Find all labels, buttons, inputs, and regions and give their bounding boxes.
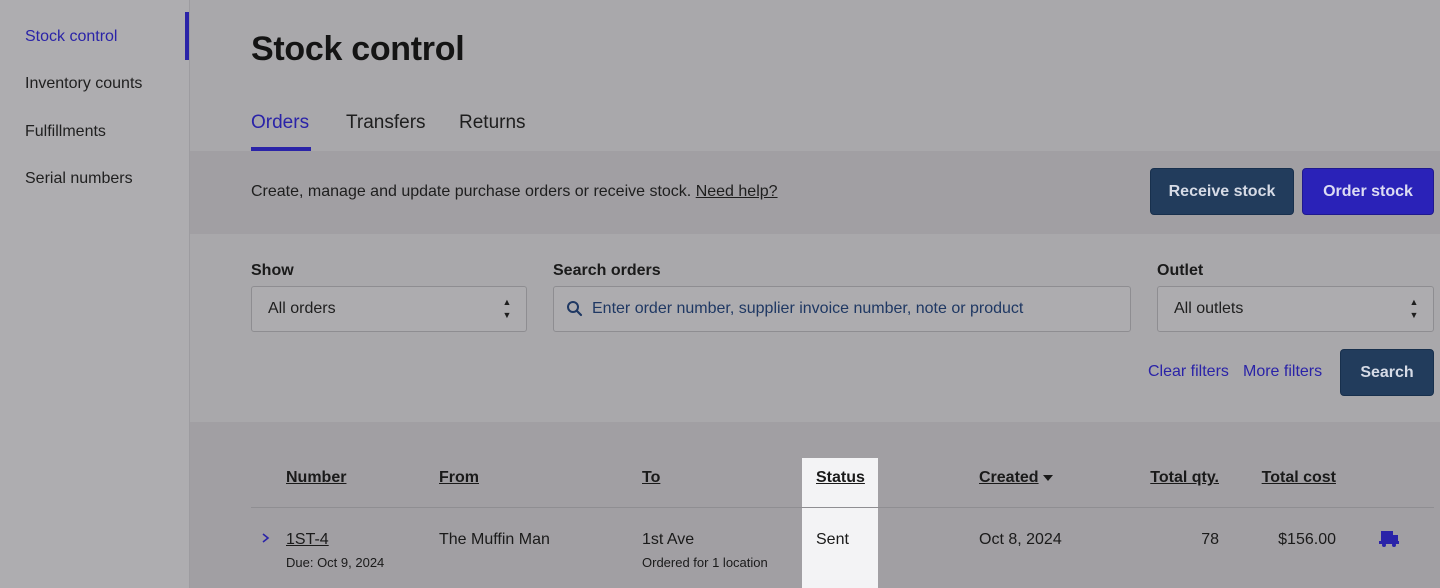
search-button[interactable]: Search [1340,349,1434,396]
receive-stock-button[interactable]: Receive stock [1150,168,1294,215]
column-header-number[interactable]: Number [286,469,346,487]
search-orders-label: Search orders [553,262,661,279]
order-due-date: Due: Oct 9, 2024 [286,555,385,570]
order-created-date: Oct 8, 2024 [979,531,1062,548]
header-divider [251,507,1434,508]
tab-transfers[interactable]: Transfers [346,112,426,134]
order-total-cost: $156.00 [1278,531,1336,548]
banner-text: Create, manage and update purchase order… [251,183,778,201]
order-stock-button[interactable]: Order stock [1302,168,1434,215]
sidebar-item-stock-control[interactable]: Stock control [25,28,117,46]
column-header-created-label: Created [979,469,1039,486]
tab-returns[interactable]: Returns [459,112,526,134]
orders-table: Number From To Status Created Total qty.… [190,422,1440,588]
page-title: Stock control [251,30,465,68]
more-filters-link[interactable]: More filters [1243,363,1322,381]
order-supplier: The Muffin Man [439,531,550,548]
select-arrows-icon: ▲ ▼ [502,297,512,320]
outlet-select-value: All outlets [1174,300,1244,317]
column-header-total-qty[interactable]: Total qty. [1130,469,1219,487]
receive-truck-icon[interactable] [1378,529,1400,549]
column-header-created[interactable]: Created [979,469,1053,487]
main-content: Stock control Orders Transfers Returns C… [190,0,1440,588]
sidebar-item-inventory-counts[interactable]: Inventory counts [25,75,142,93]
order-total-qty: 78 [1201,531,1219,548]
order-number-link[interactable]: 1ST-4 [286,531,329,549]
show-label: Show [251,262,294,279]
tab-orders[interactable]: Orders [251,112,311,151]
order-destination-sub: Ordered for 1 location [642,555,768,570]
tab-orders-label: Orders [251,112,310,133]
outlet-select[interactable]: All outlets ▲ ▼ [1157,286,1434,332]
sidebar-item-serial-numbers[interactable]: Serial numbers [25,170,133,188]
sidebar-item-fulfillments[interactable]: Fulfillments [25,123,106,141]
column-header-from[interactable]: From [439,469,479,487]
banner-description: Create, manage and update purchase order… [251,183,692,200]
clear-filters-link[interactable]: Clear filters [1148,363,1229,381]
column-header-to[interactable]: To [642,469,660,487]
order-destination: 1st Ave [642,531,695,548]
chevron-right-icon[interactable] [260,530,272,546]
column-header-status[interactable]: Status [816,469,865,487]
select-arrows-icon: ▲ ▼ [1409,297,1419,320]
search-field [553,286,1131,332]
column-header-total-cost[interactable]: Total cost [1250,469,1336,487]
search-input[interactable] [592,287,1122,331]
info-banner: Create, manage and update purchase order… [190,151,1440,234]
search-icon [567,301,583,317]
sort-descending-icon [1042,474,1053,481]
filters-panel: Show All orders ▲▼ Search orders Outlet … [190,234,1440,422]
order-status: Sent [816,531,849,548]
sidebar: Stock control Inventory counts Fulfillme… [0,0,190,588]
sidebar-active-indicator [185,12,189,60]
show-select-value: All orders [268,300,336,317]
need-help-link[interactable]: Need help? [696,183,778,200]
outlet-label: Outlet [1157,262,1204,279]
show-select[interactable]: All orders ▲ ▼ [251,286,527,332]
